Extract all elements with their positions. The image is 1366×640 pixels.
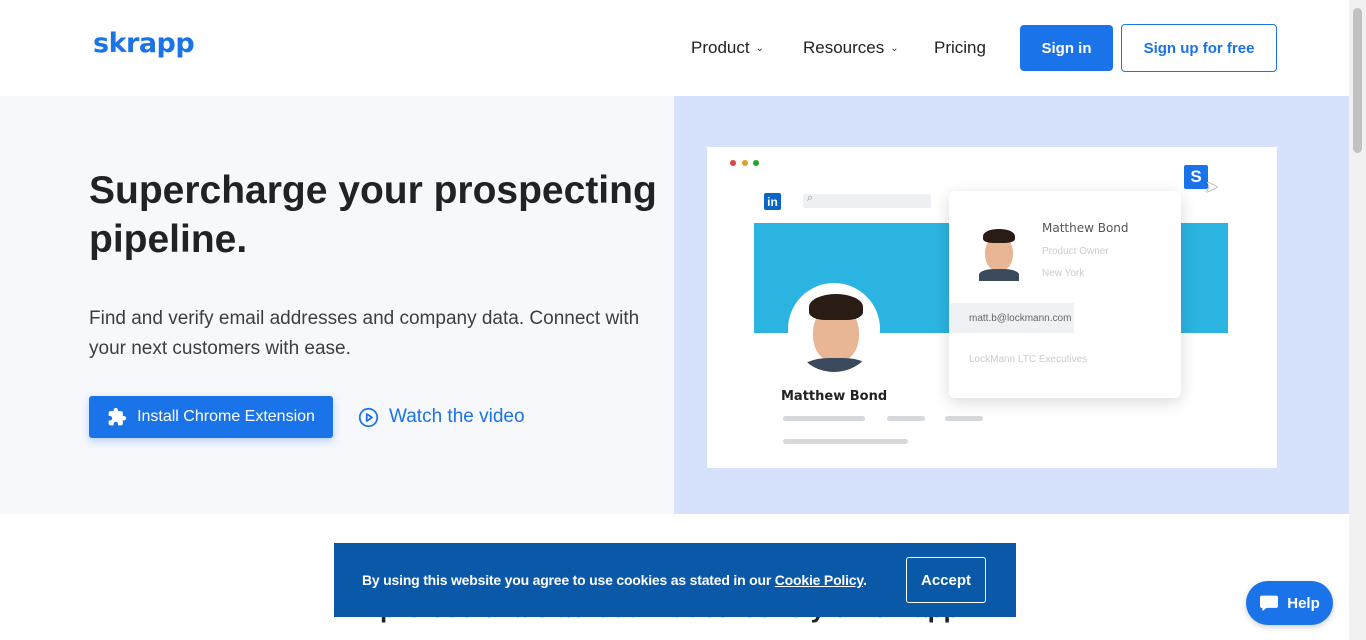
placeholder-bar xyxy=(783,439,908,444)
chevron-down-icon: ⌄ xyxy=(755,42,764,54)
popup-avatar xyxy=(977,227,1021,281)
hero-subtext: Find and verify email addresses and comp… xyxy=(89,308,640,359)
placeholder-bar xyxy=(783,416,865,421)
popup-role: Product Owner xyxy=(1042,246,1109,257)
chevron-down-icon: ⌄ xyxy=(890,42,899,54)
watch-label: Watch the video xyxy=(389,406,525,427)
puzzle-piece-icon xyxy=(108,407,127,426)
window-dot-yellow xyxy=(742,160,748,166)
accept-cookies-button[interactable]: Accept xyxy=(906,557,986,603)
cookie-suffix: . xyxy=(862,572,867,588)
nav-pricing[interactable]: Pricing xyxy=(934,38,986,58)
cookie-message: By using this website you agree to use c… xyxy=(362,572,867,588)
popup-email: matt.b@lockmann.com xyxy=(969,313,1072,324)
placeholder-bar xyxy=(945,416,983,421)
cursor-icon: ➤ xyxy=(1205,179,1219,196)
hero-headline: Supercharge your prospecting pipeline. xyxy=(89,169,657,261)
cookie-banner: By using this website you agree to use c… xyxy=(334,543,1016,617)
install-label: Install Chrome Extension xyxy=(137,408,315,425)
cookie-text: By using this website you agree to use c… xyxy=(362,572,775,588)
help-button[interactable]: Help xyxy=(1246,581,1333,625)
skrapp-popup-card: Matthew Bond Product Owner New York matt… xyxy=(949,191,1181,398)
avatar xyxy=(788,283,880,375)
window-dot-red xyxy=(730,160,736,166)
search-icon: ⌕ xyxy=(807,192,814,204)
scrollbar-thumb[interactable] xyxy=(1353,8,1362,153)
popup-location: New York xyxy=(1042,268,1085,279)
nav-product-label: Product xyxy=(691,38,750,57)
sign-up-button[interactable]: Sign up for free xyxy=(1121,24,1277,72)
placeholder-bar xyxy=(887,416,925,421)
nav-pricing-label: Pricing xyxy=(934,38,986,57)
play-circle-icon xyxy=(358,407,379,427)
mock-search-bar: ⌕ xyxy=(803,192,931,208)
site-header: skrapp Product ⌄ Resources ⌄ Pricing Sig… xyxy=(0,0,1349,96)
linkedin-icon: in xyxy=(764,193,781,210)
cookie-policy-link[interactable]: Cookie Policy xyxy=(775,572,863,588)
nav-resources[interactable]: Resources ⌄ xyxy=(803,38,899,58)
profile-name: Matthew Bond xyxy=(781,389,888,404)
nav-product[interactable]: Product ⌄ xyxy=(691,38,764,58)
skrapp-logo[interactable]: skrapp xyxy=(93,28,195,59)
help-label: Help xyxy=(1287,594,1320,612)
product-preview-image: in ⌕ Matthew Bond Matthew Bond Product O… xyxy=(707,147,1277,468)
sign-in-button[interactable]: Sign in xyxy=(1020,25,1113,71)
popup-name: Matthew Bond xyxy=(1042,221,1129,235)
nav-resources-label: Resources xyxy=(803,38,885,57)
chat-bubble-icon xyxy=(1260,595,1279,612)
page-scrollbar[interactable] xyxy=(1349,0,1366,640)
install-chrome-extension-button[interactable]: Install Chrome Extension xyxy=(89,396,333,438)
popup-company: LockMann LTC Executives xyxy=(969,354,1088,365)
window-dot-green xyxy=(753,160,759,166)
watch-video-link[interactable]: Watch the video xyxy=(358,406,525,428)
